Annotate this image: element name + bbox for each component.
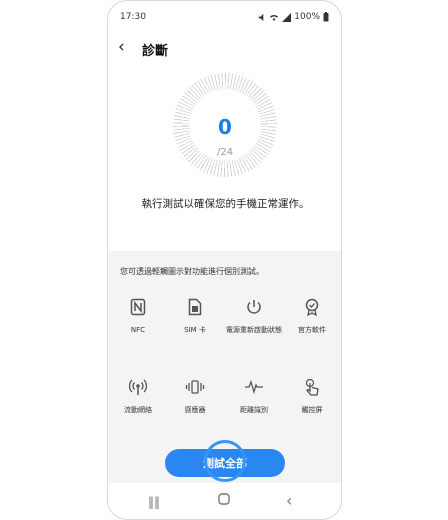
test-item-label: 觸控屏 <box>301 406 323 414</box>
back-icon[interactable]: ‹ <box>118 37 125 57</box>
back-nav-icon[interactable]: ‹ <box>286 491 292 510</box>
phone-screen: 17:30 100% ‹ 診斷 0 /24 執行測試以確保您的手機正常運作。 您… <box>107 0 342 520</box>
antenna-icon <box>128 377 148 397</box>
test-item-label: 電源重新啟動狀態 <box>226 326 282 334</box>
test-item-label: 流動網絡 <box>124 406 152 414</box>
test-item-label: NFC <box>130 326 146 334</box>
sim-icon <box>185 297 205 317</box>
dial-center: 0 /24 <box>189 89 261 161</box>
vibration-icon <box>185 377 205 397</box>
test-item-software[interactable]: 官方軟件 <box>283 291 341 335</box>
tap-indicator <box>204 440 246 482</box>
test-item-label: 距離識別 <box>240 406 268 414</box>
score-value: 0 <box>218 115 232 139</box>
score-total: /24 <box>216 147 234 158</box>
test-item-proximity[interactable]: 距離識別 <box>225 371 283 415</box>
test-item-touchscreen[interactable]: 觸控屏 <box>283 371 341 415</box>
status-icons: 100% <box>257 12 329 22</box>
test-item-label: 官方軟件 <box>298 326 326 334</box>
wifi-icon <box>270 14 279 21</box>
signal-icon <box>282 12 292 22</box>
nfc-icon <box>128 297 148 317</box>
description-text: 執行測試以確保您的手機正常運作。 <box>141 198 310 210</box>
power-icon <box>244 297 264 317</box>
status-time: 17:30 <box>120 12 146 22</box>
header: ‹ 診斷 <box>108 37 341 63</box>
home-icon[interactable] <box>218 493 230 508</box>
test-item-mobile-network[interactable]: 流動網絡 <box>109 371 167 415</box>
test-item-sim[interactable]: SIM 卡 <box>166 291 224 335</box>
pulse-icon <box>244 377 264 397</box>
test-item-label: SIM 卡 <box>184 326 206 334</box>
mute-icon <box>259 13 264 21</box>
status-bar: 17:30 100% <box>108 1 341 31</box>
badge-icon <box>302 297 322 317</box>
test-item-sensor[interactable]: 感應器 <box>166 371 224 415</box>
battery-text: 100% <box>294 12 320 22</box>
page-title: 診斷 <box>142 44 169 59</box>
recent-apps-icon[interactable]: ‖‖ <box>148 495 160 509</box>
test-item-power[interactable]: 電源重新啟動狀態 <box>225 291 283 335</box>
progress-dial: 0 /24 <box>173 73 277 177</box>
test-item-nfc[interactable]: NFC <box>109 291 167 335</box>
test-panel: 您可透過輕觸圖示對功能進行個別測試。 NFC SIM 卡 電源重新啟動狀態 官方… <box>108 251 341 483</box>
touch-icon <box>302 377 322 397</box>
navigation-bar: ‖‖ ‹ <box>108 487 341 519</box>
battery-icon <box>323 12 329 22</box>
hint-text: 您可透過輕觸圖示對功能進行個別測試。 <box>120 267 264 276</box>
test-item-label: 感應器 <box>184 406 206 414</box>
